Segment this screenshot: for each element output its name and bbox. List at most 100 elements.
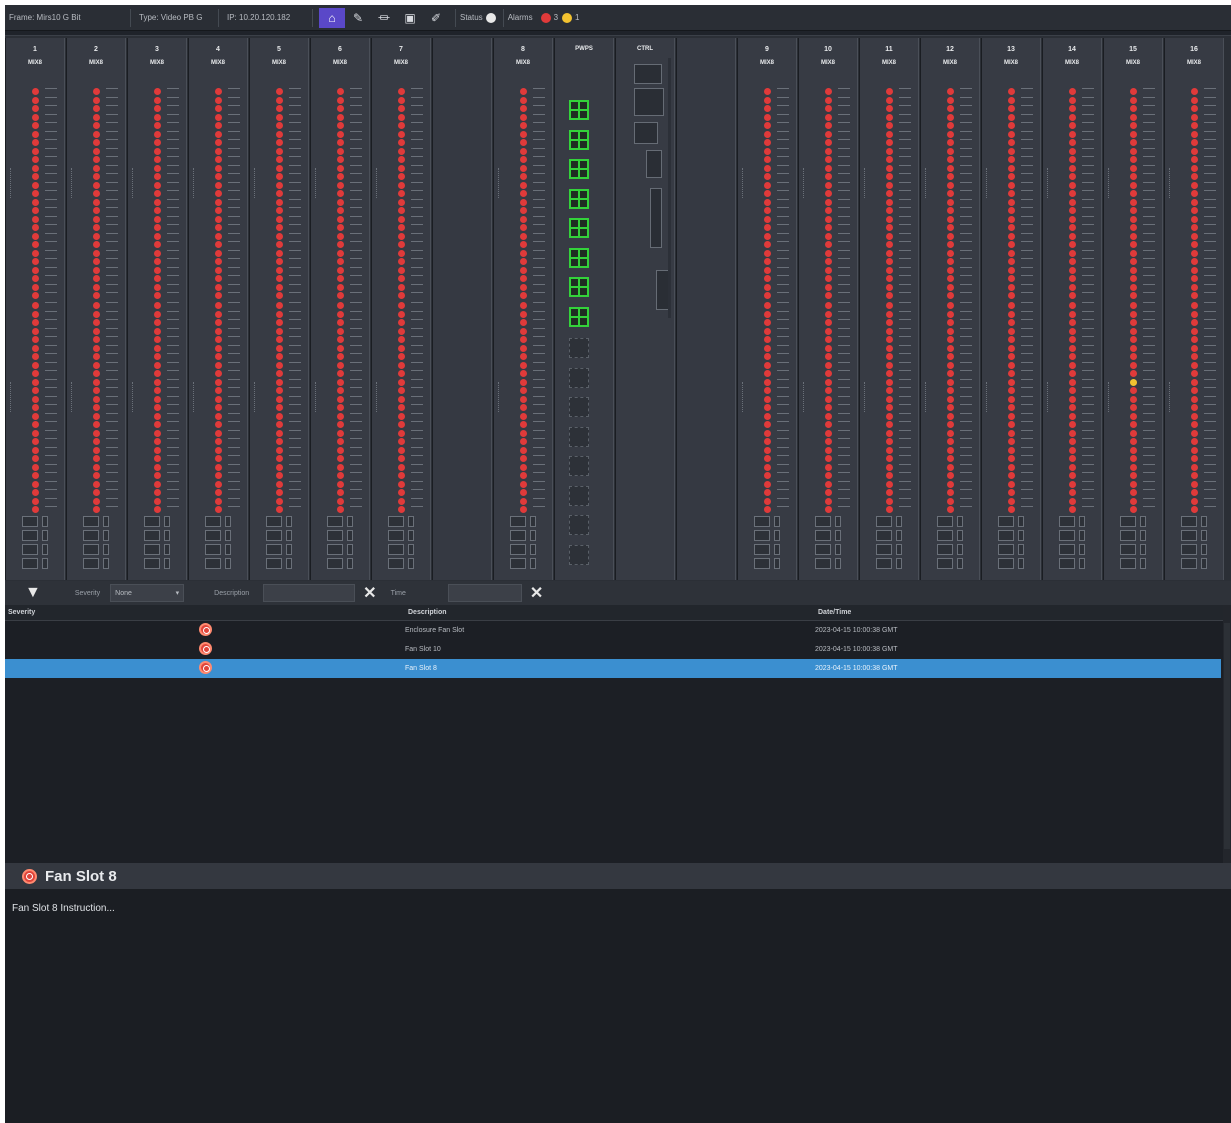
led-tick [1021,429,1033,431]
status-led [276,258,283,265]
chassis-slot-6[interactable]: 6 MIX8 [310,38,370,580]
led-tick [289,480,301,482]
led-tick [1021,122,1033,123]
status-led [1008,164,1015,172]
led-tick [228,387,240,388]
led-tick [411,412,423,414]
status-led [337,463,344,471]
chassis-slot-11[interactable]: 11 MIX8 [859,38,919,580]
chassis-slot-7[interactable]: 7 MIX8 [371,38,431,580]
status-led [337,292,344,299]
status-led [947,156,954,163]
led-tick [899,497,911,499]
edit-button[interactable]: ✎ [345,8,371,28]
status-led [886,207,893,214]
chassis-slot-2[interactable]: 2 MIX8 [66,38,126,580]
chassis-slot-3[interactable]: 3 MIX8 [127,38,187,580]
filter-icon[interactable]: ▼ [25,584,41,602]
scrollbar-thumb[interactable] [1224,623,1230,849]
slot-number: 1 [33,46,37,53]
led-tick [1143,506,1155,507]
led-tick [899,327,911,329]
chassis-slot-16[interactable]: 16 MIX8 [1164,38,1224,580]
led-tick [838,438,850,439]
chassis-slot-pwps[interactable]: PWPS [554,38,614,580]
led-tick [45,96,57,98]
col-description[interactable]: Description [408,609,818,616]
status-led [215,421,222,428]
status-led [1191,395,1198,403]
table-row[interactable]: Enclosure Fan Slot 2023-04-15 10:00:38 G… [5,621,1231,640]
table-scrollbar[interactable] [1223,605,1231,863]
description-input[interactable] [263,584,356,602]
connect-button[interactable]: ⏛ [371,8,397,28]
status-led [520,361,527,369]
severity-select[interactable]: None ▾ [110,584,185,602]
status-led [215,113,222,121]
status-led [947,249,954,257]
status-led [825,344,832,352]
led-tick [777,241,789,242]
led-tick [411,164,423,166]
status-led [337,215,344,223]
led-tick [1204,156,1216,157]
chassis-slot-empty[interactable] [432,38,492,580]
status-led [1191,292,1198,299]
status-led [886,319,893,326]
status-led [154,421,161,428]
snapshot-button[interactable]: ▣ [397,8,423,28]
status-led [764,446,771,454]
time-input[interactable] [447,584,522,602]
led-tick [1082,310,1094,312]
status-led [520,472,527,479]
status-led [825,370,832,377]
chassis-slot-13[interactable]: 13 MIX8 [981,38,1041,580]
col-severity[interactable]: Severity [8,609,408,616]
led-tick [167,88,179,89]
status-led [93,421,100,428]
led-tick [1082,446,1094,448]
status-led [154,241,161,248]
table-row-selected[interactable]: Fan Slot 8 2023-04-15 10:00:38 GMT [5,659,1221,678]
led-tick [1082,395,1094,397]
table-row[interactable]: Fan Slot 10 2023-04-15 10:00:38 GMT [5,640,1231,659]
status-led [398,404,405,411]
led-tick [1143,190,1155,191]
status-led [93,319,100,326]
chassis-slot-8[interactable]: 8 MIX8 [493,38,553,580]
chassis-slot-empty[interactable] [676,38,736,580]
status-led [276,232,283,240]
chassis-slot-15[interactable]: 15 MIX8 [1103,38,1163,580]
chassis-slot-1[interactable]: 1 MIX8 [5,38,65,580]
status-led [93,361,100,369]
status-led [764,480,771,488]
status-led [93,378,100,386]
status-led [520,224,527,231]
chassis-slot-12[interactable]: 12 MIX8 [920,38,980,580]
clear-description-icon[interactable]: ✕ [363,583,376,603]
chassis-slot-9[interactable]: 9 MIX8 [737,38,797,580]
status-indicator: Status [455,8,504,27]
chassis-slot-10[interactable]: 10 MIX8 [798,38,858,580]
status-led [1191,249,1198,257]
status-led [947,480,954,488]
col-datetime[interactable]: Date/Time [818,609,851,616]
status-led [32,497,39,505]
group-marker [742,168,746,198]
home-button[interactable]: ⌂ [319,7,345,28]
chassis-slot-4[interactable]: 4 MIX8 [188,38,248,580]
slot-number: 14 [1068,46,1076,53]
status-led [886,310,893,318]
status-led [1069,438,1076,445]
chassis-slot-5[interactable]: 5 MIX8 [249,38,309,580]
led-tick [533,113,545,115]
chassis-slot-14[interactable]: 14 MIX8 [1042,38,1102,580]
chassis-slot-ctrl[interactable]: CTRL [615,38,675,580]
group-marker [803,382,807,412]
tools-button[interactable]: ✐ [423,8,449,28]
led-tick [533,353,545,354]
status-led [398,472,405,479]
led-tick [45,378,57,380]
slot-number: 13 [1007,46,1015,53]
clear-time-icon[interactable]: ✕ [530,583,543,603]
